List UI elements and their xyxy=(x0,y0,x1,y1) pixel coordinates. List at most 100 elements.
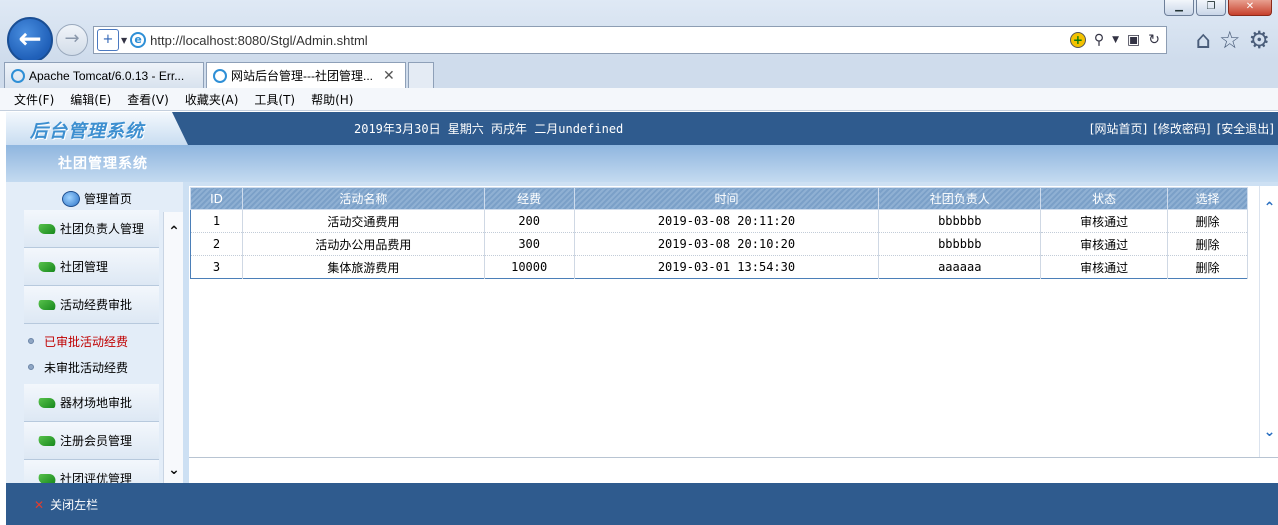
delete-link[interactable]: 删除 xyxy=(1167,232,1248,256)
sidebar-item-equipment-approval[interactable]: 器材场地审批 xyxy=(24,384,159,422)
sidebar-item-member-management[interactable]: 注册会员管理 xyxy=(24,422,159,460)
table-row: 3 集体旅游费用 10000 2019-03-01 13:54:30 aaaaa… xyxy=(190,255,1248,279)
funding-table: ID 活动名称 经费 时间 社团负责人 状态 选择 1 活动交通费用 200 2… xyxy=(190,187,1248,279)
sidebar-item-label: 器材场地审批 xyxy=(60,396,133,410)
sidebar-scrollbar[interactable]: ⌃ ⌄ xyxy=(163,212,183,483)
menu-edit[interactable]: 编辑(E) xyxy=(70,91,111,108)
sidebar-item-label: 注册会员管理 xyxy=(60,434,133,448)
chevron-down-icon[interactable]: ▼ xyxy=(121,36,127,45)
cell-time: 2019-03-08 20:11:20 xyxy=(574,209,880,233)
menu-file[interactable]: 文件(F) xyxy=(14,91,54,108)
sidebar-item-leader-management[interactable]: 社团负责人管理 xyxy=(24,210,159,248)
cell-leader: bbbbbb xyxy=(878,209,1042,233)
tab-label: Apache Tomcat/6.0.13 - Err... xyxy=(29,68,185,83)
menu-favorites[interactable]: 收藏夹(A) xyxy=(185,91,239,108)
delete-link[interactable]: 删除 xyxy=(1167,255,1248,279)
cell-leader: bbbbbb xyxy=(878,232,1042,256)
sidebar-item-funding-approval[interactable]: 活动经费审批 xyxy=(24,286,159,324)
cell-activity-name: 活动办公用品费用 xyxy=(242,232,485,256)
chevron-down-icon[interactable]: ⌄ xyxy=(164,460,183,480)
refresh-icon[interactable]: ↻ xyxy=(1148,32,1160,48)
close-sidebar-label: 关闭左栏 xyxy=(50,498,99,512)
cell-amount: 300 xyxy=(484,232,575,256)
footer-bar: ✕ 关闭左栏 xyxy=(6,483,1278,525)
leaf-icon xyxy=(38,222,58,236)
page-icon[interactable]: ▣ xyxy=(1127,32,1140,48)
sub-item-approved-funding[interactable]: 已审批活动经费 xyxy=(24,328,159,354)
close-tab-icon[interactable]: ✕ xyxy=(383,67,395,84)
chevron-up-icon[interactable]: ⌃ xyxy=(164,222,183,242)
cell-leader: aaaaaa xyxy=(878,255,1042,279)
shield-icon[interactable]: + xyxy=(97,29,119,51)
app-header: 后台管理系统 2019年3月30日 星期六 丙戌年 二月undefined [网… xyxy=(6,112,1278,145)
site-home-link[interactable]: [网站首页] xyxy=(1090,120,1147,137)
search-icon[interactable]: ⚲ xyxy=(1094,32,1104,48)
sidebar-menu: 社团负责人管理 社团管理 活动经费审批 已审批活动经费 未审批活动经费 器材场地… xyxy=(24,210,159,483)
chevron-up-icon[interactable]: ⌃ xyxy=(1260,198,1278,218)
gear-icon[interactable]: ⚙ xyxy=(1248,26,1270,54)
back-arrow-icon[interactable]: ← xyxy=(7,17,53,63)
new-tab-button[interactable] xyxy=(408,62,434,88)
tab-bar: Apache Tomcat/6.0.13 - Err... 网站后台管理---社… xyxy=(0,60,1278,88)
cell-id: 3 xyxy=(190,255,243,279)
close-window-button[interactable]: ✕ xyxy=(1228,0,1272,16)
admin-home-link[interactable]: 管理首页 xyxy=(62,190,132,207)
logout-link[interactable]: [安全退出] xyxy=(1217,120,1274,137)
change-password-link[interactable]: [修改密码] xyxy=(1153,120,1210,137)
forward-arrow-icon[interactable]: → xyxy=(56,24,88,56)
browser-toolbar: ▁ ❐ ✕ ← → + ▼ e http://localhost:8080/St… xyxy=(0,0,1278,63)
delete-link[interactable]: 删除 xyxy=(1167,209,1248,233)
cell-amount: 200 xyxy=(484,209,575,233)
column-header: ID xyxy=(190,187,243,210)
close-sidebar-button[interactable]: ✕ 关闭左栏 xyxy=(34,496,98,513)
sidebar-item-label: 社团管理 xyxy=(60,260,109,274)
sub-item-label: 未审批活动经费 xyxy=(44,360,129,375)
close-icon: ✕ xyxy=(34,497,45,512)
tab-tomcat[interactable]: Apache Tomcat/6.0.13 - Err... xyxy=(4,62,204,88)
star-icon[interactable]: ☆ xyxy=(1219,26,1241,54)
leaf-icon xyxy=(38,396,58,410)
menu-view[interactable]: 查看(V) xyxy=(127,91,169,108)
url-text[interactable]: http://localhost:8080/Stgl/Admin.shtml xyxy=(150,33,368,48)
content-frame: ID 活动名称 经费 时间 社团负责人 状态 选择 1 活动交通费用 200 2… xyxy=(189,186,1259,457)
column-header: 时间 xyxy=(573,187,880,210)
sidebar-item-evaluation-management[interactable]: 社团评优管理 xyxy=(24,460,159,483)
compatibility-icon[interactable]: + xyxy=(1069,32,1086,48)
menu-bar: 文件(F) 编辑(E) 查看(V) 收藏夹(A) 工具(T) 帮助(H) xyxy=(0,88,1278,111)
browser-tool-icons: ⌂ ☆ ⚙ xyxy=(1196,26,1270,54)
sub-item-label: 已审批活动经费 xyxy=(44,334,129,349)
table-row: 1 活动交通费用 200 2019-03-08 20:11:20 bbbbbb … xyxy=(190,209,1248,233)
cell-activity-name: 活动交通费用 xyxy=(242,209,485,233)
sub-item-unapproved-funding[interactable]: 未审批活动经费 xyxy=(24,354,159,380)
system-title: 社团管理系统 xyxy=(58,156,148,172)
leaf-icon xyxy=(38,260,58,274)
ie-favicon-icon: e xyxy=(130,32,147,48)
chevron-down-icon[interactable]: ⌄ xyxy=(1260,422,1278,442)
leaf-icon xyxy=(38,298,58,312)
menu-help[interactable]: 帮助(H) xyxy=(311,91,353,108)
sidebar-item-club-management[interactable]: 社团管理 xyxy=(24,248,159,286)
ie-tab-icon xyxy=(213,68,227,83)
cell-status: 审核通过 xyxy=(1040,209,1169,233)
home-icon[interactable]: ⌂ xyxy=(1196,26,1211,54)
cell-id: 1 xyxy=(190,209,243,233)
sidebar-item-label: 活动经费审批 xyxy=(60,298,133,312)
address-bar[interactable]: + ▼ e http://localhost:8080/Stgl/Admin.s… xyxy=(93,26,1167,54)
maximize-button[interactable]: ❐ xyxy=(1196,0,1226,16)
tab-admin[interactable]: 网站后台管理---社团管理... ✕ xyxy=(206,62,406,88)
column-header: 状态 xyxy=(1040,187,1169,210)
sidebar: 管理首页 社团负责人管理 社团管理 活动经费审批 已审批活动经费 未审批活动经费… xyxy=(6,182,183,483)
ie-tab-icon xyxy=(11,68,25,83)
cell-status: 审核通过 xyxy=(1040,232,1169,256)
minimize-button[interactable]: ▁ xyxy=(1164,0,1194,16)
search-dropdown-icon[interactable]: ▼ xyxy=(1112,35,1119,45)
cell-time: 2019-03-08 20:10:20 xyxy=(574,232,880,256)
date-display: 2019年3月30日 星期六 丙戌年 二月undefined xyxy=(354,122,624,136)
menu-tools[interactable]: 工具(T) xyxy=(254,91,295,108)
column-header: 选择 xyxy=(1167,187,1248,210)
content-scrollbar[interactable]: ⌃ ⌄ xyxy=(1259,186,1278,457)
table-header-row: ID 活动名称 经费 时间 社团负责人 状态 选择 xyxy=(190,187,1248,210)
window-controls: ▁ ❐ ✕ xyxy=(1164,0,1272,16)
header-links: [网站首页] [修改密码] [安全退出] xyxy=(1090,120,1274,137)
bullet-icon xyxy=(28,338,34,344)
